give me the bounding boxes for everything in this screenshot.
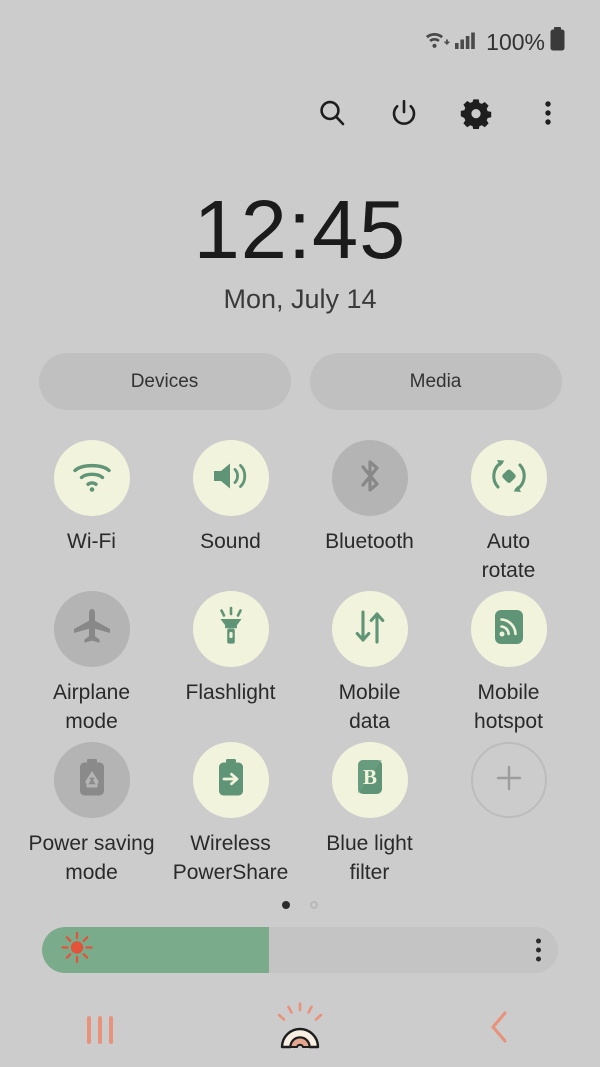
panel-tabs: Devices Media	[0, 353, 600, 410]
more-options-button[interactable]	[528, 95, 568, 135]
quick-tile-label: Bluetooth	[325, 530, 414, 553]
settings-gear-icon	[460, 97, 492, 134]
home-rainbow-icon	[267, 1001, 333, 1058]
quick-settings-grid: Wi-Fi Sound Bluetooth Auto rotate Airpla…	[0, 440, 600, 887]
wifi-data-icon	[424, 29, 451, 56]
recents-button[interactable]	[40, 1000, 160, 1060]
power-icon	[388, 97, 420, 134]
add-tile-circle	[470, 742, 547, 818]
add-button-icon	[492, 761, 526, 800]
battery-percent-label: 100%	[486, 28, 545, 55]
quick-tile-mobile-hotspot[interactable]: Mobile hotspot	[439, 591, 578, 736]
page-dot-2[interactable]	[310, 901, 318, 909]
brightness-sun-icon	[60, 931, 94, 970]
quick-tile-label: Power saving mode	[28, 832, 155, 884]
sound-tile-circle	[192, 440, 269, 516]
quick-tile-blue-light-filter[interactable]: B Blue light filter	[300, 742, 439, 887]
bluetooth-icon	[352, 456, 388, 501]
quick-tile-power-saving-mode[interactable]: Power saving mode	[22, 742, 161, 887]
dot	[536, 956, 541, 962]
settings-button[interactable]	[456, 95, 496, 135]
quick-tile-wifi[interactable]: Wi-Fi	[22, 440, 161, 585]
quick-tile-label: Sound	[200, 530, 261, 553]
power-share-tile-circle	[192, 742, 269, 818]
quick-tile-label: Wi-Fi	[67, 530, 116, 553]
quick-panel-toolbar	[0, 84, 600, 146]
media-button[interactable]: Media	[309, 353, 562, 410]
page-indicator	[0, 901, 600, 909]
bar	[87, 1015, 91, 1044]
quick-tile-airplane-mode[interactable]: Airplane mode	[22, 591, 161, 736]
quick-tile-bluetooth[interactable]: Bluetooth	[300, 440, 439, 585]
svg-text:B: B	[362, 765, 376, 789]
power-saving-tile-circle	[53, 742, 130, 818]
bar	[109, 1015, 113, 1044]
sound-icon	[210, 458, 252, 499]
battery-full-icon	[549, 27, 566, 57]
quick-tile-add[interactable]	[439, 742, 578, 887]
mobile-hotspot-icon	[490, 607, 528, 652]
back-button[interactable]	[440, 1000, 560, 1060]
recents-icon	[87, 1015, 113, 1044]
blue-light-filter-tile-circle: B	[331, 742, 408, 818]
quick-tile-sound[interactable]: Sound	[161, 440, 300, 585]
bar	[98, 1015, 102, 1044]
mobile-data-tile-circle	[331, 591, 408, 667]
quick-tile-flashlight[interactable]: Flashlight	[161, 591, 300, 736]
quick-tile-label: Flashlight	[185, 681, 276, 704]
brightness-more-options-icon[interactable]	[536, 938, 541, 962]
devices-button[interactable]: Devices	[38, 353, 291, 410]
airplane-tile-circle	[53, 591, 130, 667]
brightness-section	[0, 927, 600, 973]
quick-tile-label: Auto rotate	[481, 530, 536, 582]
power-saving-icon	[75, 757, 109, 804]
power-button[interactable]	[384, 95, 424, 135]
wifi-icon	[71, 459, 113, 498]
quick-tile-mobile-data[interactable]: Mobile data	[300, 591, 439, 736]
home-button[interactable]	[240, 1000, 360, 1060]
airplane-icon	[71, 606, 113, 653]
quick-tile-wireless-powershare[interactable]: Wireless PowerShare	[161, 742, 300, 887]
search-button[interactable]	[312, 95, 352, 135]
dot	[536, 938, 541, 944]
navigation-bar	[0, 992, 600, 1067]
flashlight-tile-circle	[192, 591, 269, 667]
power-share-icon	[214, 757, 248, 804]
dot	[536, 947, 541, 953]
brightness-slider[interactable]	[42, 927, 558, 973]
flashlight-icon	[212, 606, 250, 653]
mobile-hotspot-tile-circle	[470, 591, 547, 667]
auto-rotate-icon	[488, 455, 530, 502]
quick-tile-label: Wireless PowerShare	[172, 832, 289, 884]
back-chevron-icon	[485, 1008, 515, 1051]
clock-time: 12:45	[193, 183, 407, 276]
page-dot-1[interactable]	[282, 901, 290, 909]
bluetooth-tile-circle	[331, 440, 408, 516]
clock-date: Mon, July 14	[223, 284, 377, 314]
quick-tile-label: Airplane mode	[52, 681, 131, 733]
status-icons: 100%	[424, 27, 566, 57]
more-options-icon	[543, 97, 553, 134]
cellular-signal-icon	[454, 29, 476, 56]
quick-tile-label: Blue light filter	[326, 832, 413, 884]
status-bar: 100%	[0, 0, 600, 84]
blue-light-filter-icon: B	[351, 757, 389, 804]
auto-rotate-tile-circle	[470, 440, 547, 516]
quick-tile-label: Mobile data	[338, 681, 401, 733]
mobile-data-icon	[350, 607, 390, 652]
quick-tile-label: Mobile hotspot	[474, 681, 543, 733]
search-icon	[316, 97, 348, 134]
quick-tile-auto-rotate[interactable]: Auto rotate	[439, 440, 578, 585]
clock-section[interactable]: 12:45 Mon, July 14	[0, 188, 600, 315]
wifi-tile-circle	[53, 440, 130, 516]
